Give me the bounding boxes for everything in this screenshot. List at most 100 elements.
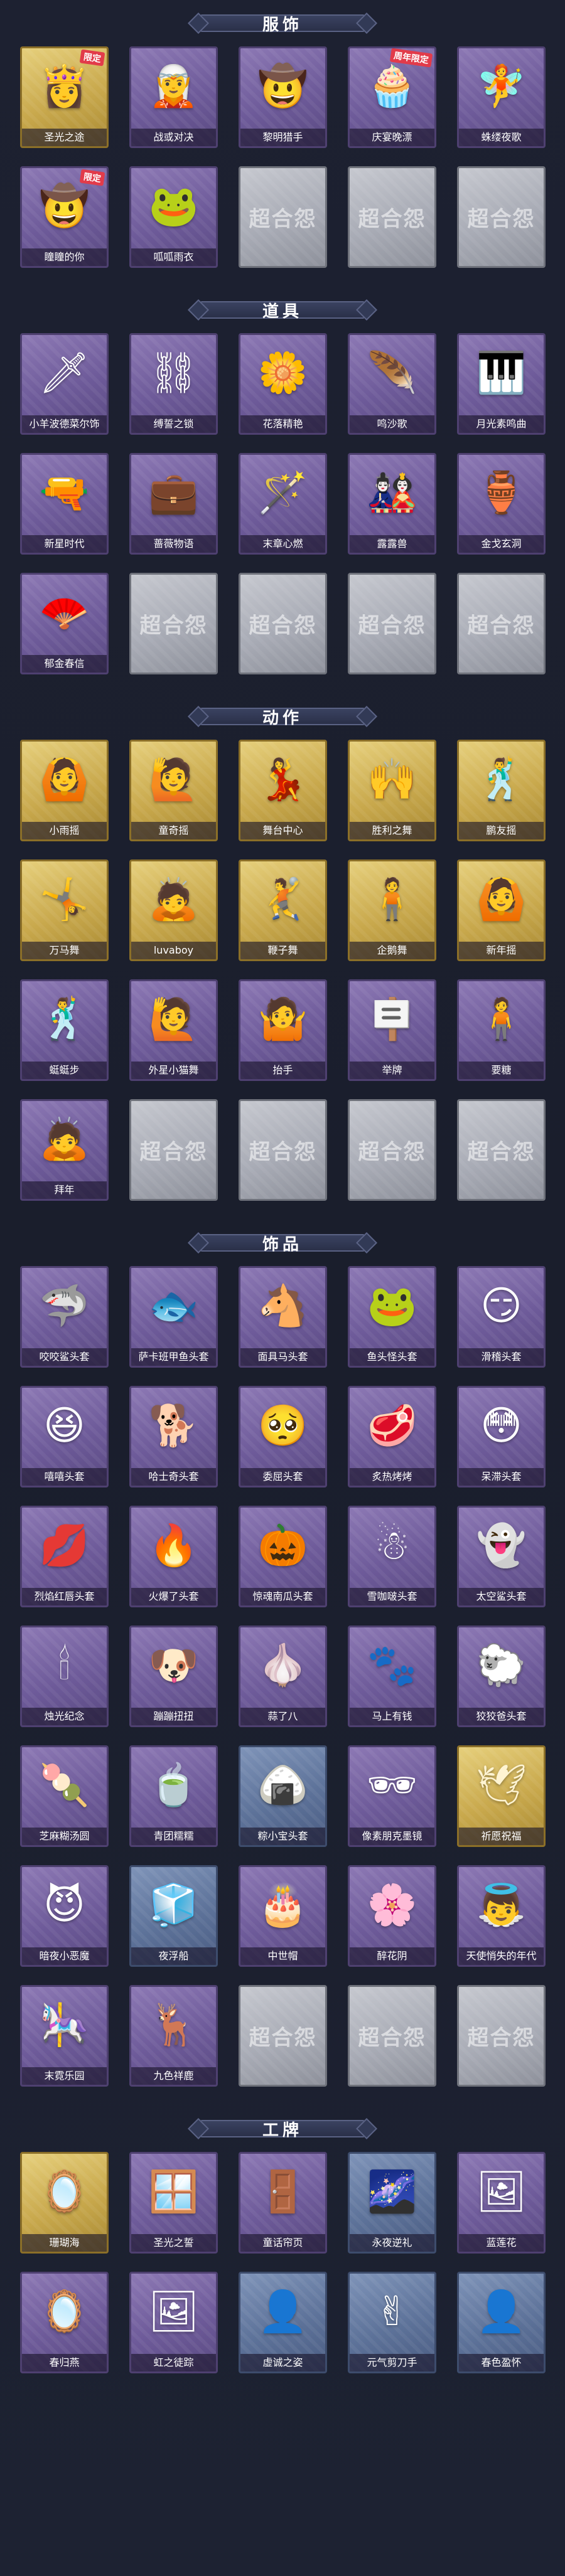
watermark-logo: 超合怨 bbox=[358, 613, 426, 639]
item-name: 蒜了八 bbox=[240, 1708, 325, 1725]
item-artwork: 🧍 bbox=[459, 985, 544, 1054]
item-card[interactable]: 🌌 永夜逆礼 bbox=[348, 2152, 436, 2254]
item-card[interactable]: 😳 呆滞头套 bbox=[457, 1386, 546, 1488]
item-card[interactable]: 🕺 鹏友摇 bbox=[457, 740, 546, 841]
item-artwork: 🗡 bbox=[22, 339, 107, 408]
item-card[interactable]: 🎠 末霓乐园 bbox=[20, 1985, 109, 2087]
item-icon: 🐟 bbox=[148, 1283, 199, 1329]
empty-slot: 超合怨 bbox=[239, 573, 327, 674]
item-card[interactable]: 🍙 粽小宝头套 bbox=[239, 1745, 327, 1847]
item-card[interactable]: 🥺 委屈头套 bbox=[239, 1386, 327, 1488]
item-card[interactable]: 🤷 抬手 bbox=[239, 979, 327, 1081]
item-card[interactable]: 👻 太空鲨头套 bbox=[457, 1506, 546, 1607]
item-card[interactable]: 🎂 中世帽 bbox=[239, 1865, 327, 1967]
item-name: 圣光之誓 bbox=[131, 2234, 216, 2252]
item-card[interactable]: 🙆 小雨摇 bbox=[20, 740, 109, 841]
item-card[interactable]: 👤 虚诚之姿 bbox=[239, 2272, 327, 2373]
item-card[interactable]: ☃ 雪咖啵头套 bbox=[348, 1506, 436, 1607]
item-card[interactable]: 🧊 夜浮船 bbox=[129, 1865, 218, 1967]
item-card[interactable]: 🧁 周年限定 庆宴晚漂 bbox=[348, 46, 436, 148]
item-card[interactable]: 🕯 烛光纪念 bbox=[20, 1626, 109, 1727]
item-card[interactable]: 🐾 马上有钱 bbox=[348, 1626, 436, 1727]
empty-slot: 超合怨 bbox=[239, 1099, 327, 1201]
item-icon: 🌼 bbox=[257, 350, 308, 397]
item-card[interactable]: ⛓ 缚誓之锁 bbox=[129, 333, 218, 435]
item-card[interactable]: 🧝 战或对决 bbox=[129, 46, 218, 148]
item-name: 暗夜小恶魔 bbox=[22, 1947, 107, 1965]
item-name: 中世帽 bbox=[240, 1947, 325, 1965]
item-card[interactable]: 💋 烈焰红唇头套 bbox=[20, 1506, 109, 1607]
item-card[interactable]: 🐟 萨卡班甲鱼头套 bbox=[129, 1266, 218, 1368]
item-card[interactable]: 🧍 要糖 bbox=[457, 979, 546, 1081]
item-card[interactable]: 🪞 春归燕 bbox=[20, 2272, 109, 2373]
item-icon: 🐸 bbox=[148, 183, 199, 230]
item-card[interactable]: 🕶 像素朋克墨镜 bbox=[348, 1745, 436, 1847]
section-header: 道具 bbox=[0, 287, 565, 333]
item-card[interactable]: 🍵 青团糯糯 bbox=[129, 1745, 218, 1847]
item-card[interactable]: 🕊 祈愿祝福 bbox=[457, 1745, 546, 1847]
item-card[interactable]: 🎃 惊魂南瓜头套 bbox=[239, 1506, 327, 1607]
item-icon: 🧚 bbox=[476, 63, 527, 110]
item-card[interactable]: 🍡 芝麻糊汤圆 bbox=[20, 1745, 109, 1847]
item-artwork: 🙋 bbox=[131, 745, 216, 814]
item-card[interactable]: 🐑 狡狡爸头套 bbox=[457, 1626, 546, 1727]
item-card[interactable]: 🙌 胜利之舞 bbox=[348, 740, 436, 841]
item-card[interactable]: 😈 暗夜小恶魔 bbox=[20, 1865, 109, 1967]
item-card[interactable]: 🪞 珊瑚海 bbox=[20, 2152, 109, 2254]
item-card[interactable]: 🦈 咬咬鲨头套 bbox=[20, 1266, 109, 1368]
item-card[interactable]: 🗡 小羊波德菜尔饰 bbox=[20, 333, 109, 435]
item-card[interactable]: 🤠 限定 瞳瞳的你 bbox=[20, 166, 109, 268]
item-card[interactable]: 💃 舞台中心 bbox=[239, 740, 327, 841]
item-icon: 🐸 bbox=[367, 1283, 417, 1329]
item-card[interactable]: 😏 滑稽头套 bbox=[457, 1266, 546, 1368]
item-card[interactable]: 🪧 举牌 bbox=[348, 979, 436, 1081]
item-artwork: 🪟 bbox=[131, 2158, 216, 2227]
item-name: 咬咬鲨头套 bbox=[22, 1348, 107, 1366]
item-card[interactable]: 🤠 黎明猎手 bbox=[239, 46, 327, 148]
item-card[interactable]: 🎎 露露兽 bbox=[348, 453, 436, 555]
item-card[interactable]: 🐴 面具马头套 bbox=[239, 1266, 327, 1368]
item-name: 天使悄失的年代 bbox=[459, 1947, 544, 1965]
item-card[interactable]: 🎹 月光素鸣曲 bbox=[457, 333, 546, 435]
item-card[interactable]: 🪄 末章心燃 bbox=[239, 453, 327, 555]
item-card[interactable]: 🔫 新星时代 bbox=[20, 453, 109, 555]
item-card[interactable]: 🔥 火爆了头套 bbox=[129, 1506, 218, 1607]
item-card[interactable]: 🧄 蒜了八 bbox=[239, 1626, 327, 1727]
item-card[interactable]: 🧍 企鹅舞 bbox=[348, 860, 436, 961]
item-card[interactable]: 👤 春色盈怀 bbox=[457, 2272, 546, 2373]
item-card[interactable]: ✌ 元气剪刀手 bbox=[348, 2272, 436, 2373]
item-card[interactable]: 🙇 拜年 bbox=[20, 1099, 109, 1201]
item-card[interactable]: 🐸 呱呱雨衣 bbox=[129, 166, 218, 268]
item-card[interactable]: 🪟 圣光之誓 bbox=[129, 2152, 218, 2254]
item-card[interactable]: 👸 限定 圣光之途 bbox=[20, 46, 109, 148]
item-card[interactable]: 🌼 花落精艳 bbox=[239, 333, 327, 435]
item-icon: 🌸 bbox=[367, 1882, 417, 1929]
item-name: 蔷薇物语 bbox=[131, 535, 216, 553]
item-card[interactable]: 🙋 童奇摇 bbox=[129, 740, 218, 841]
item-card[interactable]: 🧚 蛛缕夜歌 bbox=[457, 46, 546, 148]
item-icon: 👤 bbox=[476, 2289, 527, 2335]
item-card[interactable]: 😆 嘻嘻头套 bbox=[20, 1386, 109, 1488]
item-card[interactable]: 🦌 九色祥鹿 bbox=[129, 1985, 218, 2087]
item-card[interactable]: 🐶 蹦蹦扭扭 bbox=[129, 1626, 218, 1727]
item-card[interactable]: 🪭 郁金春信 bbox=[20, 573, 109, 674]
item-card[interactable]: 🌸 醉花阴 bbox=[348, 1865, 436, 1967]
item-card[interactable]: 🕺 蜓蜓步 bbox=[20, 979, 109, 1081]
diamond-ornament-icon bbox=[356, 1232, 377, 1253]
item-card[interactable]: 🤾 鞭子舞 bbox=[239, 860, 327, 961]
item-card[interactable]: 🙆 新年摇 bbox=[457, 860, 546, 961]
item-card[interactable]: 🖼 蓝莲花 bbox=[457, 2152, 546, 2254]
item-card[interactable]: 🐕 哈士奇头套 bbox=[129, 1386, 218, 1488]
item-card[interactable]: 🤸 万马舞 bbox=[20, 860, 109, 961]
item-card[interactable]: 🖼 虹之徒踪 bbox=[129, 2272, 218, 2373]
item-name: 鹏友摇 bbox=[459, 822, 544, 839]
item-card[interactable]: 🥩 炙热烤烤 bbox=[348, 1386, 436, 1488]
item-card[interactable]: 🏺 金戈玄洞 bbox=[457, 453, 546, 555]
item-card[interactable]: 🙇 luvaboy bbox=[129, 860, 218, 961]
item-card[interactable]: 🪶 鸣沙歌 bbox=[348, 333, 436, 435]
item-card[interactable]: 👼 天使悄失的年代 bbox=[457, 1865, 546, 1967]
item-card[interactable]: 🙋 外星小猫舞 bbox=[129, 979, 218, 1081]
item-card[interactable]: 🐸 鱼头怪头套 bbox=[348, 1266, 436, 1368]
item-card[interactable]: 💼 蔷薇物语 bbox=[129, 453, 218, 555]
item-card[interactable]: 🚪 童话帘页 bbox=[239, 2152, 327, 2254]
